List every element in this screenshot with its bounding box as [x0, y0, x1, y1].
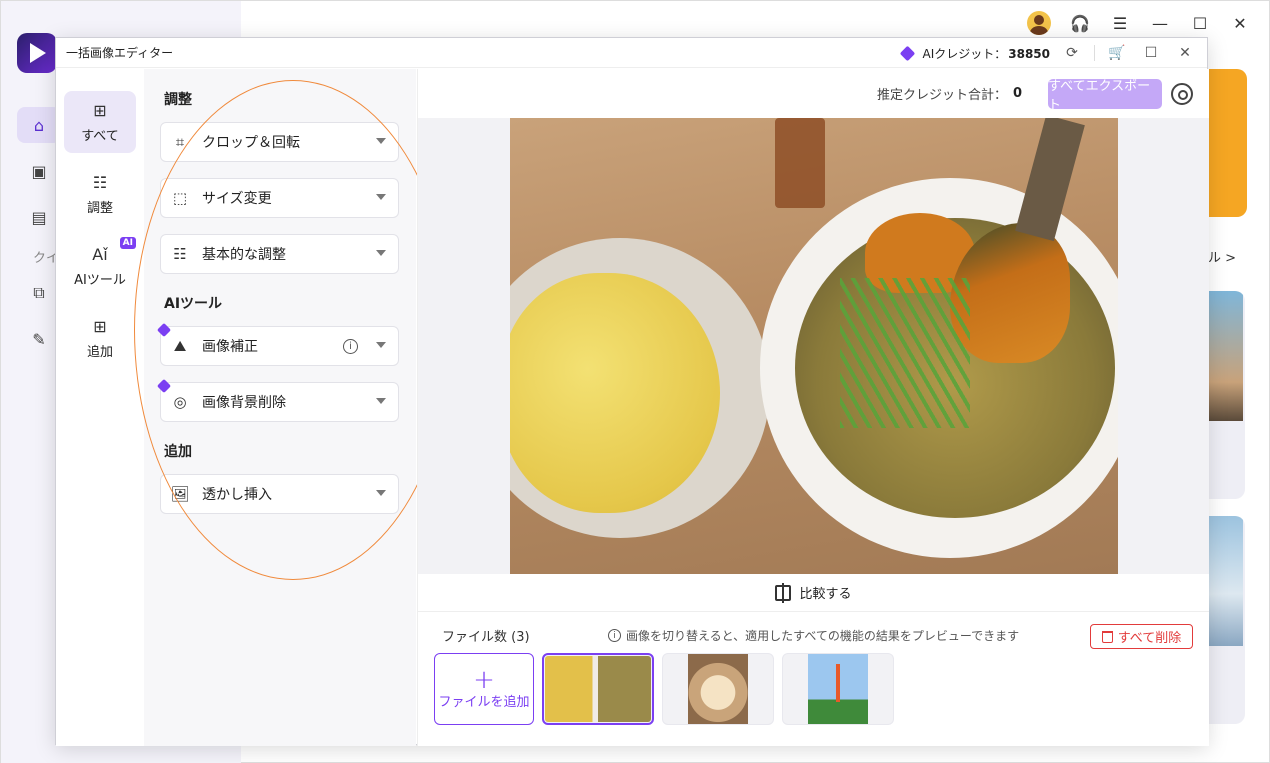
background-remove-icon: ◎: [173, 393, 187, 411]
rail-item-ai-tools[interactable]: AI Aǐ AIツール: [64, 235, 136, 297]
refresh-icon[interactable]: ⟳: [1060, 42, 1084, 64]
app-logo: [17, 33, 57, 73]
trash-icon: [1101, 630, 1113, 643]
files-hint: i 画像を切り替えると、適用したすべての機能の結果をプレビューできます: [608, 627, 1019, 644]
add-file-label: ファイルを追加: [438, 694, 530, 710]
preview-photo: [510, 118, 1118, 574]
grid-icon: ⊞: [93, 100, 107, 120]
file-count: ファイル数 (3): [442, 630, 530, 645]
ai-credit: AIクレジット： 38850: [923, 45, 1051, 62]
image-preview: [418, 118, 1209, 574]
divider: [1094, 45, 1095, 61]
section-title-ai-tools: AIツール: [164, 296, 223, 312]
files-header: ファイル数 (3) i 画像を切り替えると、適用したすべての機能の結果をプレビュ…: [418, 622, 1209, 649]
export-all-button[interactable]: すべてエクスポート: [1048, 78, 1162, 113]
thumbnail-pancake[interactable]: [662, 653, 774, 725]
rail-item-label: 調整: [86, 201, 113, 216]
rail-item-label: 追加: [86, 345, 113, 360]
batch-editor-dialog: 一括画像エディター AIクレジット： 38850 ⟳ 🛒 ☐ ✕ ⊞ すべて ☷ …: [55, 37, 1209, 746]
ai-credit-value: 38850: [1008, 46, 1050, 61]
chevron-down-icon: [376, 398, 386, 404]
tool-label: クロップ＆回転: [202, 135, 300, 151]
compare-icon: [775, 582, 792, 603]
rail-item-all[interactable]: ⊞ すべて: [64, 91, 136, 153]
background-promo-card[interactable]: [1207, 69, 1247, 217]
background-tool-link[interactable]: ル >: [1208, 247, 1236, 266]
tool-panel: 調整 ⌗ クロップ＆回転 ⬚ サイズ変更 ☷ 基本的な調整 AIツール ⛰ 画像…: [144, 69, 416, 746]
minimize-icon[interactable]: —: [1149, 12, 1171, 34]
rail-item-label: すべて: [81, 129, 119, 144]
headset-icon[interactable]: 🎧: [1069, 12, 1091, 34]
tool-label: 画像背景削除: [202, 395, 286, 411]
thumbnail-image: [688, 654, 748, 724]
background-card-sky[interactable]: [1207, 516, 1245, 724]
background-card-landscape[interactable]: [1207, 291, 1245, 499]
ai-credit-label: AIクレジット：: [922, 46, 1007, 61]
tool-label: サイズ変更: [202, 191, 272, 207]
tool-label: 透かし挿入: [202, 487, 272, 503]
rail-item-label: AIツール: [74, 273, 126, 288]
rail-item-adjust[interactable]: ☷ 調整: [64, 163, 136, 225]
chevron-down-icon: [376, 342, 386, 348]
tool-background-remove[interactable]: ◎ 画像背景削除: [156, 378, 399, 422]
delete-all-button[interactable]: すべて削除: [1090, 624, 1193, 649]
chevron-down-icon: [376, 490, 386, 496]
chevron-down-icon: [376, 138, 386, 144]
close-icon[interactable]: ✕: [1229, 12, 1251, 34]
main-preview-area: 推定クレジット合計： 0 すべてエクスポート 比較する ファイル数 (3) i …: [417, 69, 1209, 746]
premium-badge-icon: [156, 322, 172, 338]
files-hint-text: 画像を切り替えると、適用したすべての機能の結果をプレビューできます: [626, 629, 1020, 643]
avatar[interactable]: [1027, 11, 1051, 35]
thumbnail-tower[interactable]: [782, 653, 894, 725]
sliders-icon: ☷: [92, 172, 108, 192]
premium-badge-icon: [156, 378, 172, 394]
chevron-down-icon: [376, 194, 386, 200]
delete-all-label: すべて削除: [1117, 631, 1182, 646]
cart-icon[interactable]: 🛒: [1105, 42, 1129, 64]
ai-icon: Aǐ: [92, 244, 108, 264]
thumbnail-curry[interactable]: [542, 653, 654, 725]
thumbnail-image: [808, 654, 868, 724]
thumbnail-image: [545, 656, 651, 722]
tool-resize[interactable]: ⬚ サイズ変更: [160, 178, 399, 218]
tool-crop-rotate[interactable]: ⌗ クロップ＆回転: [160, 122, 399, 162]
watermark-icon: 🖼: [170, 485, 190, 503]
image-enhance-icon: ⛰: [173, 337, 187, 355]
close-icon[interactable]: ✕: [1173, 42, 1197, 64]
ai-credit-icon: [899, 45, 915, 61]
ai-badge: AI: [119, 237, 136, 249]
compare-button[interactable]: 比較する: [418, 574, 1209, 612]
estimated-credits-label: 推定クレジット合計：: [876, 88, 1007, 103]
menu-icon[interactable]: ☰: [1109, 12, 1131, 34]
preview-topbar: 推定クレジット合計： 0 すべてエクスポート: [418, 69, 1209, 118]
chevron-down-icon: [376, 250, 386, 256]
dialog-title: 一括画像エディター: [66, 46, 174, 60]
background-window-controls: 🎧 ☰ — ☐ ✕: [1027, 11, 1251, 35]
tool-image-enhance[interactable]: ⛰ 画像補正 i: [156, 322, 399, 366]
file-thumbnails: + ファイルを追加: [434, 653, 894, 725]
tool-basic-adjust[interactable]: ☷ 基本的な調整: [160, 234, 399, 274]
tool-watermark[interactable]: 🖼 透かし挿入: [160, 474, 399, 514]
plus-box-icon: ⊞: [93, 316, 107, 336]
tool-label: 基本的な調整: [202, 247, 286, 263]
maximize-icon[interactable]: ☐: [1139, 42, 1163, 64]
estimated-credits-value: 0: [1012, 86, 1022, 101]
plus-icon: +: [473, 664, 495, 695]
info-icon[interactable]: i: [343, 339, 358, 354]
add-file-button[interactable]: + ファイルを追加: [434, 653, 534, 725]
settings-icon[interactable]: [1171, 82, 1193, 105]
crop-rotate-icon: ⌗: [175, 133, 185, 151]
dialog-titlebar: 一括画像エディター AIクレジット： 38850 ⟳ 🛒 ☐ ✕: [56, 38, 1207, 68]
section-title-add: 追加: [164, 444, 192, 460]
info-icon: i: [608, 629, 621, 642]
sliders-icon: ☷: [173, 245, 187, 263]
maximize-icon[interactable]: ☐: [1189, 12, 1211, 34]
rail-item-add[interactable]: ⊞ 追加: [64, 307, 136, 369]
category-rail: ⊞ すべて ☷ 調整 AI Aǐ AIツール ⊞ 追加: [56, 69, 144, 746]
tool-label: 画像補正: [202, 339, 258, 355]
resize-icon: ⬚: [172, 189, 188, 207]
section-title-adjust: 調整: [164, 92, 192, 108]
compare-label: 比較する: [799, 587, 852, 602]
